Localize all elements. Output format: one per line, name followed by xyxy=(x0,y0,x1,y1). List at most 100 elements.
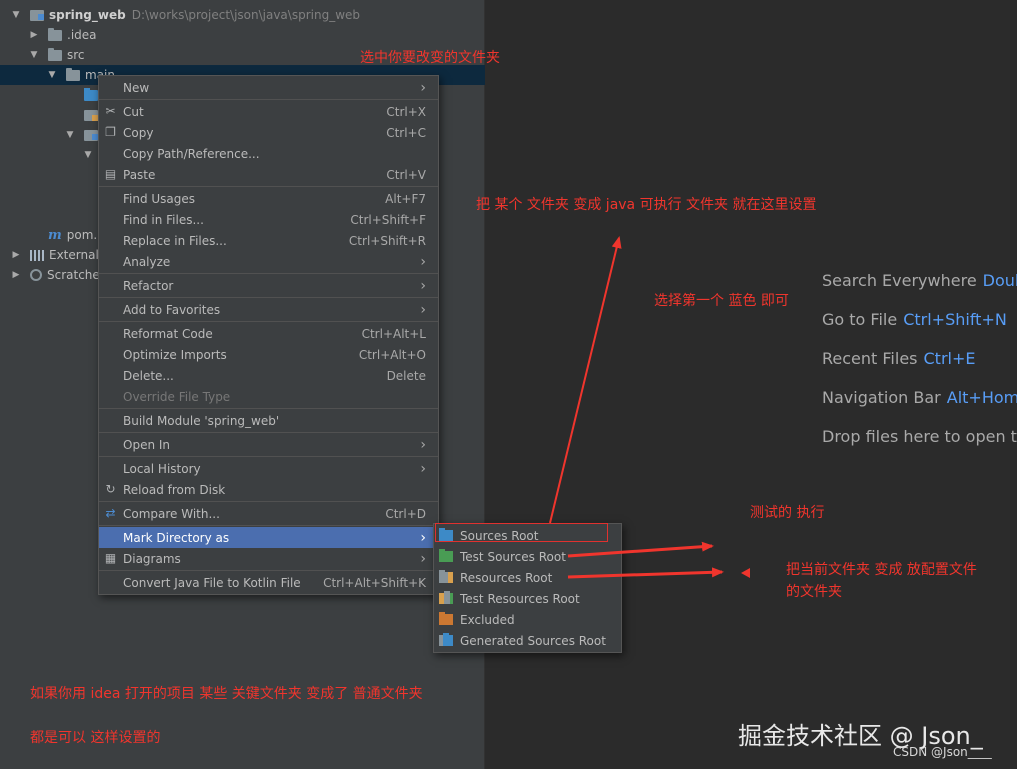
menu-item-label: Refactor xyxy=(123,278,174,293)
menu-item-copy-path[interactable]: Copy Path/Reference... xyxy=(99,143,438,164)
menu-item-shortcut: Ctrl+X xyxy=(386,104,426,119)
menu-item-convert-to-kotlin[interactable]: Convert Java File to Kotlin File Ctrl+Al… xyxy=(99,572,438,593)
menu-item-find-in-files[interactable]: Find in Files... Ctrl+Shift+F xyxy=(99,209,438,230)
menu-item-analyze[interactable]: Analyze › xyxy=(99,251,438,272)
src-label: src xyxy=(67,48,85,62)
menu-item-shortcut: Ctrl+Shift+F xyxy=(350,212,426,227)
menu-item-open-in[interactable]: Open In › xyxy=(99,434,438,455)
mark-directory-submenu: Sources Root Test Sources Root Resources… xyxy=(433,523,622,653)
welcome-goto-key: Ctrl+Shift+N xyxy=(903,310,1007,329)
menu-item-compare-with[interactable]: ⇄ Compare With... Ctrl+D xyxy=(99,503,438,524)
chevron-down-icon[interactable]: ▼ xyxy=(62,130,78,140)
folder-icon xyxy=(84,129,98,141)
menu-item-find-usages[interactable]: Find Usages Alt+F7 xyxy=(99,188,438,209)
menu-item-shortcut: Ctrl+Alt+Shift+K xyxy=(323,575,426,590)
menu-item-label: Analyze xyxy=(123,254,171,269)
chevron-right-icon[interactable]: ▶ xyxy=(8,270,24,280)
annotation-config-folder-line2: 的文件夹 xyxy=(786,584,842,600)
annotation-test-exec: 测试的 执行 xyxy=(750,505,825,521)
menu-separator xyxy=(99,321,438,322)
tree-row-root[interactable]: ▼ spring_web D:\works\project\json\java\… xyxy=(0,5,485,25)
chevron-right-icon[interactable]: ▶ xyxy=(8,250,24,260)
folder-icon xyxy=(48,47,62,61)
menu-item-delete[interactable]: Delete... Delete xyxy=(99,365,438,386)
menu-separator xyxy=(99,525,438,526)
chevron-down-icon[interactable]: ▼ xyxy=(26,50,42,60)
annotation-config-folder-line1: 把当前文件夹 变成 放配置文件 xyxy=(786,562,977,578)
chevron-right-icon[interactable]: ▶ xyxy=(26,30,42,40)
menu-item-label: Build Module 'spring_web' xyxy=(123,413,280,428)
chevron-right-icon: › xyxy=(420,301,426,318)
idea-label: .idea xyxy=(67,28,97,42)
annotation-make-java: 把 某个 文件夹 变成 java 可执行 文件夹 就在这里设置 xyxy=(476,197,817,213)
pom-label: pom. xyxy=(66,228,98,242)
menu-item-reload-from-disk[interactable]: ↻ Reload from Disk xyxy=(99,479,438,500)
submenu-item-test-sources-root[interactable]: Test Sources Root xyxy=(434,546,621,567)
menu-item-build-module[interactable]: Build Module 'spring_web' xyxy=(99,410,438,431)
chevron-down-icon[interactable]: ▼ xyxy=(44,70,60,80)
submenu-item-excluded[interactable]: Excluded xyxy=(434,609,621,630)
chevron-right-icon: › xyxy=(420,253,426,270)
libraries-icon xyxy=(30,249,44,261)
menu-item-cut[interactable]: ✂ Cut Ctrl+X xyxy=(99,101,438,122)
welcome-recent-files: Recent Files Ctrl+E xyxy=(822,349,975,368)
csdn-watermark: CSDN @Json____ xyxy=(893,745,992,759)
generated-sources-folder-icon xyxy=(439,633,453,646)
menu-separator xyxy=(99,186,438,187)
menu-item-copy[interactable]: ❐ Copy Ctrl+C xyxy=(99,122,438,143)
submenu-item-label: Test Resources Root xyxy=(460,591,580,606)
resources-folder-icon xyxy=(84,109,98,121)
menu-item-reformat-code[interactable]: Reformat Code Ctrl+Alt+L xyxy=(99,323,438,344)
submenu-item-generated-sources-root[interactable]: Generated Sources Root xyxy=(434,630,621,651)
menu-item-label: Override File Type xyxy=(123,389,231,404)
submenu-item-resources-root[interactable]: Resources Root xyxy=(434,567,621,588)
tree-row-idea[interactable]: ▶ .idea xyxy=(0,25,485,45)
menu-item-refactor[interactable]: Refactor › xyxy=(99,275,438,296)
context-menu: New › ✂ Cut Ctrl+X ❐ Copy Ctrl+C Copy Pa… xyxy=(98,75,439,595)
chevron-down-icon[interactable]: ▼ xyxy=(8,10,24,20)
copy-icon: ❐ xyxy=(105,125,116,139)
menu-item-label: Convert Java File to Kotlin File xyxy=(123,575,301,590)
annotation-bottom-line1: 如果你用 idea 打开的项目 某些 关键文件夹 变成了 普通文件夹 xyxy=(30,686,423,702)
menu-item-label: Mark Directory as xyxy=(123,530,230,545)
root-path: D:\works\project\json\java\spring_web xyxy=(131,8,361,22)
menu-item-label: Copy Path/Reference... xyxy=(123,146,260,161)
menu-item-label: Paste xyxy=(123,167,156,182)
menu-item-replace-in-files[interactable]: Replace in Files... Ctrl+Shift+R xyxy=(99,230,438,251)
menu-item-new[interactable]: New › xyxy=(99,77,438,98)
welcome-search-label: Search Everywhere xyxy=(822,271,977,290)
folder-icon xyxy=(48,27,62,41)
menu-item-shortcut: Delete xyxy=(386,368,426,383)
menu-item-label: Find Usages xyxy=(123,191,196,206)
welcome-drop-files: Drop files here to open th xyxy=(822,427,1017,446)
submenu-item-label: Resources Root xyxy=(460,570,553,585)
root-name: spring_web xyxy=(49,8,126,22)
menu-item-optimize-imports[interactable]: Optimize Imports Ctrl+Alt+O xyxy=(99,344,438,365)
menu-item-mark-directory-as[interactable]: Mark Directory as › xyxy=(99,527,438,548)
scratches-icon xyxy=(30,269,42,281)
submenu-item-label: Generated Sources Root xyxy=(460,633,606,648)
welcome-go-to-file: Go to File Ctrl+Shift+N xyxy=(822,310,1007,329)
menu-item-label: Delete... xyxy=(123,368,174,383)
annotation-highlight-box xyxy=(435,523,608,542)
menu-item-local-history[interactable]: Local History › xyxy=(99,458,438,479)
chevron-down-icon[interactable]: ▼ xyxy=(80,150,96,160)
menu-item-add-to-favorites[interactable]: Add to Favorites › xyxy=(99,299,438,320)
menu-separator xyxy=(99,570,438,571)
reload-icon: ↻ xyxy=(105,482,116,496)
menu-item-label: Diagrams xyxy=(123,551,181,566)
menu-separator xyxy=(99,297,438,298)
menu-separator xyxy=(99,408,438,409)
welcome-navigation-bar: Navigation Bar Alt+Home xyxy=(822,388,1017,407)
menu-item-label: Local History xyxy=(123,461,201,476)
menu-item-label: Find in Files... xyxy=(123,212,204,227)
menu-item-label: Open In xyxy=(123,437,171,452)
submenu-item-test-resources-root[interactable]: Test Resources Root xyxy=(434,588,621,609)
chevron-right-icon: › xyxy=(420,277,426,294)
resources-folder-icon xyxy=(439,570,453,583)
menu-item-paste[interactable]: ▤ Paste Ctrl+V xyxy=(99,164,438,185)
small-triangle-marker xyxy=(741,568,750,578)
menu-item-diagrams[interactable]: ▦ Diagrams › xyxy=(99,548,438,569)
submenu-item-label: Test Sources Root xyxy=(460,549,566,564)
menu-item-shortcut: Ctrl+C xyxy=(386,125,426,140)
